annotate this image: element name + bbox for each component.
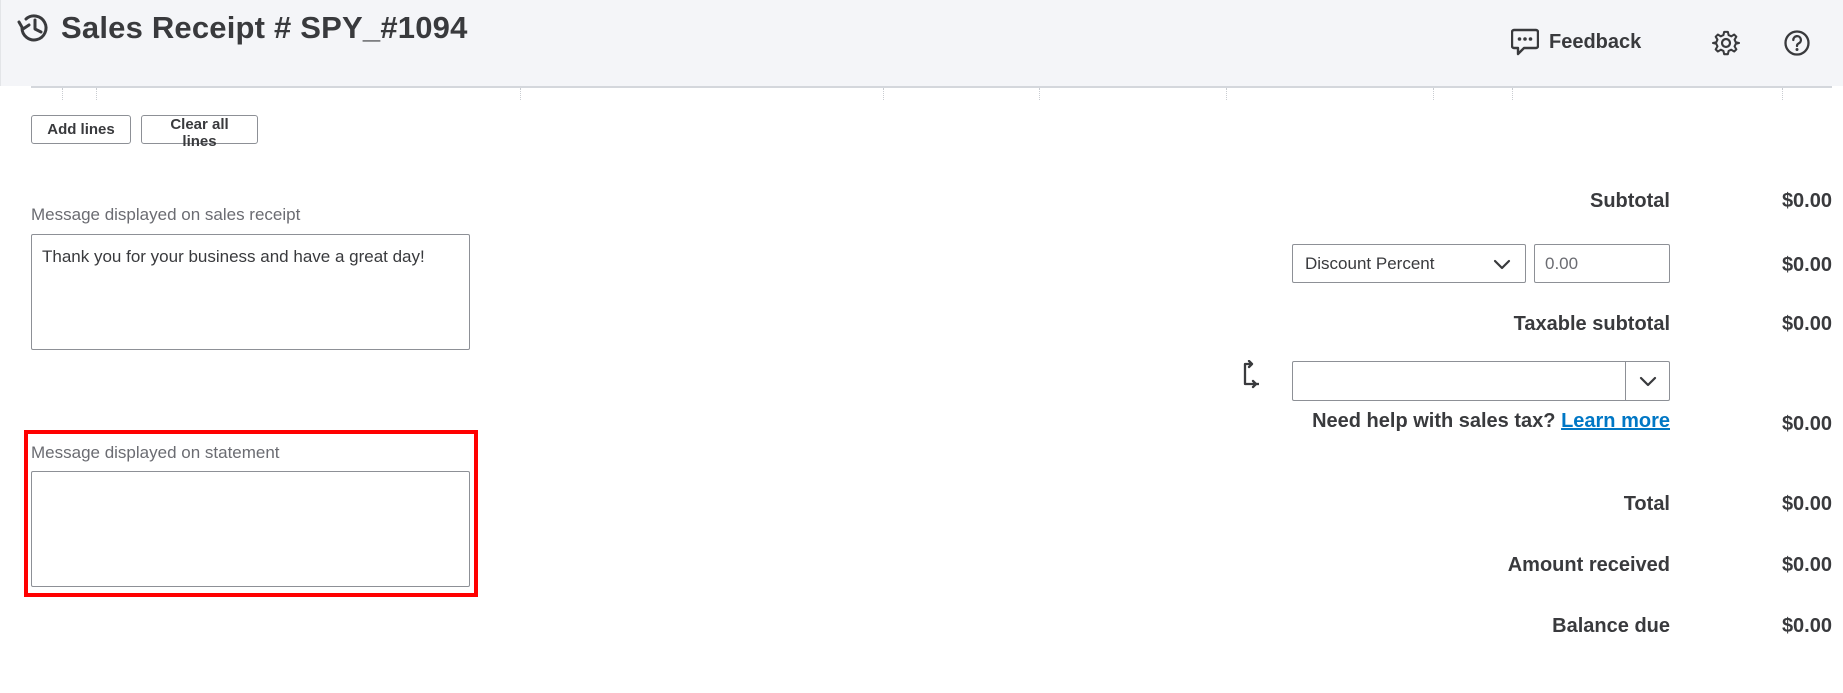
amount-received-label: Amount received (1507, 554, 1670, 576)
sales-receipt-message-label: Message displayed on sales receipt (31, 205, 301, 224)
discount-type-select[interactable]: Discount Percent (1292, 244, 1526, 283)
feedback-icon (1511, 28, 1539, 56)
column-divider (1433, 88, 1434, 100)
feedback-button[interactable]: Feedback (1511, 26, 1641, 58)
column-divider (96, 88, 97, 100)
discount-type-value: Discount Percent (1305, 253, 1435, 273)
clear-all-lines-button[interactable]: Clear all lines (141, 115, 258, 150)
total-value: $0.00 (1781, 493, 1832, 515)
gear-icon[interactable] (1712, 29, 1740, 57)
statement-message-input[interactable] (31, 471, 470, 587)
statement-message-label: Message displayed on statement (31, 443, 280, 462)
sales-receipt-message-input[interactable]: Thank you for your business and have a g… (31, 234, 470, 350)
amount-received-value: $0.00 (1781, 554, 1832, 576)
column-divider (520, 88, 521, 100)
balance-due-label: Balance due (1552, 615, 1670, 637)
column-divider (1226, 88, 1227, 100)
column-divider (62, 88, 63, 100)
column-divider (883, 88, 884, 100)
sales-tax-help-text: Need help with sales tax? (1312, 410, 1556, 432)
feedback-label: Feedback (1549, 30, 1642, 53)
sales-tax-help: Need help with sales tax? Learn more (1312, 410, 1670, 433)
tax-swap-icon[interactable] (1241, 360, 1263, 390)
taxable-subtotal-value: $0.00 (1781, 313, 1832, 335)
total-label: Total (1623, 493, 1670, 515)
taxable-subtotal-label: Taxable subtotal (1513, 313, 1670, 335)
sales-tax-value: $0.00 (1781, 413, 1832, 435)
help-icon[interactable] (1783, 29, 1811, 57)
sales-receipt-page: Sales Receipt # SPY_#1094 Feedback Add l… (0, 0, 1843, 693)
select-divider (1625, 362, 1626, 400)
column-divider (1782, 88, 1783, 100)
discount-value: $0.00 (1781, 254, 1832, 276)
page-title: Sales Receipt # SPY_#1094 (61, 10, 468, 45)
column-divider (1039, 88, 1040, 100)
history-icon[interactable] (15, 10, 51, 46)
discount-amount-input[interactable] (1534, 244, 1670, 283)
line-items-table-bottom (31, 86, 1832, 100)
tax-rate-select[interactable] (1292, 361, 1670, 401)
chevron-down-icon (1493, 259, 1511, 269)
add-lines-button[interactable]: Add lines (31, 115, 131, 144)
balance-due-value: $0.00 (1781, 615, 1832, 637)
subtotal-value: $0.00 (1781, 190, 1832, 212)
learn-more-link[interactable]: Learn more (1561, 410, 1670, 432)
chevron-down-icon (1639, 376, 1657, 387)
subtotal-label: Subtotal (1590, 190, 1670, 212)
page-header: Sales Receipt # SPY_#1094 Feedback (0, 0, 1843, 86)
column-divider (1512, 88, 1513, 100)
